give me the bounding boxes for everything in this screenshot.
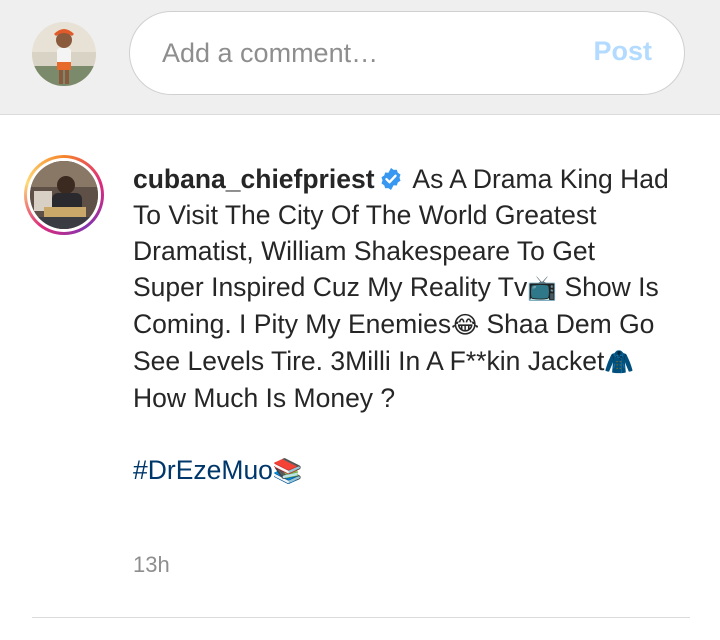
author-avatar-photo-icon [30, 161, 98, 229]
user-avatar[interactable] [32, 22, 96, 86]
story-ring[interactable] [24, 155, 104, 235]
laughing-emoji-icon: 😂 [451, 311, 480, 339]
tv-emoji-icon: 📺 [527, 274, 558, 302]
comment-bar: Post [0, 0, 720, 115]
caption-text-4: How Much Is Money ? [133, 383, 396, 413]
comment-input-wrapper[interactable]: Post [129, 11, 685, 95]
books-emoji-icon: 📚 [272, 457, 303, 485]
user-avatar-photo-icon [32, 22, 96, 86]
author-avatar[interactable] [30, 161, 98, 229]
coat-emoji-icon: 🧥 [604, 348, 635, 376]
comment-input[interactable] [162, 30, 562, 76]
post-caption: cubana_chiefpriest As A Drama King Had T… [133, 161, 673, 489]
divider [32, 617, 690, 618]
verified-badge-icon [381, 168, 401, 190]
post-username[interactable]: cubana_chiefpriest [133, 164, 375, 194]
hashtag-link[interactable]: #DrEzeMuo [133, 455, 273, 485]
post-timestamp: 13h [133, 552, 170, 577]
post-caption-area: cubana_chiefpriest As A Drama King Had T… [0, 115, 720, 640]
post-button[interactable]: Post [593, 36, 652, 67]
